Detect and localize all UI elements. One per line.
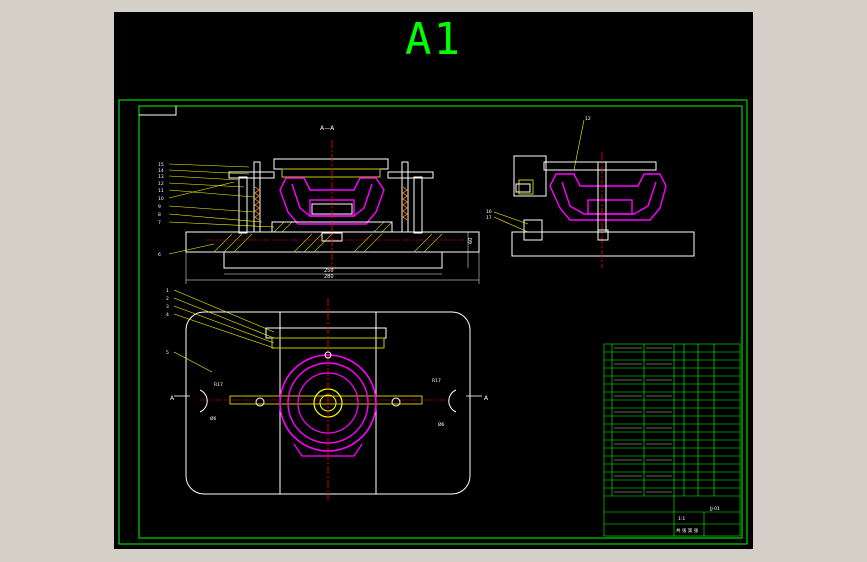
balloon-3: 3 bbox=[166, 304, 169, 310]
balloon-side-12: 12 bbox=[585, 116, 591, 122]
dim-right-diam: Ø6 bbox=[438, 421, 445, 428]
balloon-8: 8 bbox=[158, 212, 161, 218]
drawing-number: JJ-01 bbox=[709, 506, 720, 512]
balloon-4: 4 bbox=[166, 312, 169, 318]
front-section-view: A—A 15 14 13 12 11 10 9 8 7 6 250 280 60 bbox=[158, 125, 480, 284]
balloon-2: 2 bbox=[166, 296, 169, 302]
side-workpiece bbox=[549, 173, 667, 221]
side-view: 12 16 17 bbox=[486, 116, 695, 268]
balloon-6: 6 bbox=[158, 252, 161, 258]
dim-left-diam: Ø6 bbox=[210, 415, 217, 422]
dim-left-radius: R17 bbox=[214, 382, 223, 388]
top-plan-view: 1 2 3 4 5 A A R17 R17 Ø6 Ø6 bbox=[166, 288, 489, 500]
base-plate bbox=[185, 231, 480, 253]
inner-frame bbox=[138, 105, 743, 539]
balloon-side-16: 16 bbox=[486, 209, 492, 215]
cad-drawing: A—A 15 14 13 12 11 10 9 8 7 6 250 280 60… bbox=[118, 99, 748, 545]
balloon-15: 15 bbox=[158, 162, 164, 168]
corner-tab bbox=[139, 106, 177, 116]
balloon-11: 11 bbox=[158, 188, 164, 194]
balloon-10: 10 bbox=[158, 196, 164, 202]
dim-right-radius: R17 bbox=[432, 378, 441, 384]
outer-frame bbox=[118, 99, 748, 545]
sheet-count: 共 张 第 张 bbox=[676, 527, 699, 534]
base-foot bbox=[223, 251, 443, 269]
balloon-5: 5 bbox=[166, 350, 169, 356]
balloon-7: 7 bbox=[158, 220, 161, 226]
balloon-side-17: 17 bbox=[486, 215, 492, 221]
drawing-scale: 1:1 bbox=[678, 516, 685, 522]
balloon-1: 1 bbox=[166, 288, 169, 294]
balloon-12: 12 bbox=[158, 181, 164, 187]
balloon-14: 14 bbox=[158, 168, 164, 174]
section-label: A—A bbox=[320, 125, 335, 132]
section-mark-right: A bbox=[484, 395, 489, 402]
side-base bbox=[511, 231, 695, 257]
balloon-9: 9 bbox=[158, 204, 161, 210]
dim-overall-width: 280 bbox=[324, 274, 334, 280]
drawing-sheet: A 1 A—A 15 14 13 12 11 10 9 8 7 6 250 280… bbox=[114, 12, 753, 549]
dim-height: 60 bbox=[468, 238, 474, 244]
balloon-13: 13 bbox=[158, 174, 164, 180]
